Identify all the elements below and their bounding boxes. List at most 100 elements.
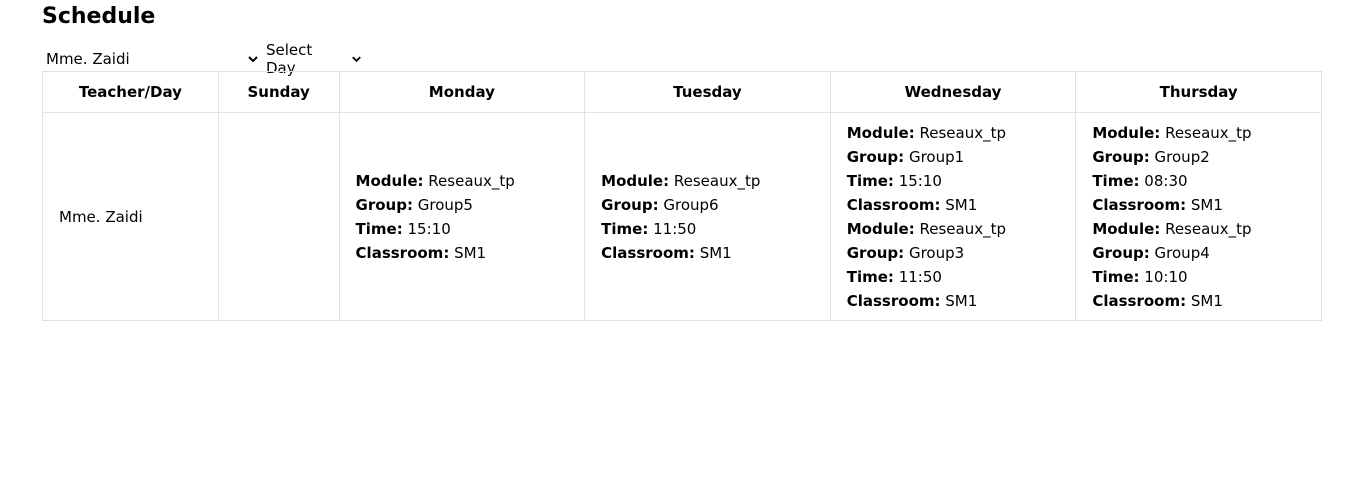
entry-time: Time: 10:10 [1092, 265, 1305, 289]
entry-module-label: Module: [601, 171, 670, 190]
entry-time-label: Time: [601, 219, 649, 238]
schedule-page: Schedule Mme. Zaidi Select Day Teacher/D… [0, 0, 1365, 501]
entry-group-value: Group6 [663, 195, 719, 214]
entry-module: Module: Reseaux_tp [847, 217, 1060, 241]
teacher-cell: Mme. Zaidi [42, 112, 219, 321]
entry-time: Time: 15:10 [847, 169, 1060, 193]
thursday-cell: Module: Reseaux_tp Group: Group2 Time: 08:… [1075, 112, 1322, 321]
entry-module-value: Reseaux_tp [919, 123, 1006, 142]
page-title: Schedule [42, 4, 156, 29]
tuesday-cell: Module: Reseaux_tp Group: Group6 Time: 11:… [584, 112, 831, 321]
entry-classroom-value: SM1 [945, 195, 978, 214]
entry-group: Group: Group4 [1092, 241, 1305, 265]
entry-module-label: Module: [1092, 219, 1161, 238]
schedule-entry: Module: Reseaux_tp Group: Group1 Time: 15:… [847, 121, 1060, 217]
entry-classroom-label: Classroom: [1092, 291, 1187, 310]
entry-module-label: Module: [1092, 123, 1161, 142]
entry-classroom-label: Classroom: [846, 291, 941, 310]
entry-group-value: Group4 [1154, 243, 1210, 262]
entry-group: Group: Group1 [847, 145, 1060, 169]
header-monday: Monday [338, 71, 586, 113]
entry-module-value: Reseaux_tp [919, 219, 1006, 238]
schedule-entry: Module: Reseaux_tp Group: Group6 Time: 11:… [601, 169, 814, 265]
entry-module: Module: Reseaux_tp [356, 169, 569, 193]
schedule-entry: Module: Reseaux_tp Group: Group5 Time: 15:… [356, 169, 569, 265]
entry-classroom-label: Classroom: [846, 195, 941, 214]
entry-classroom-value: SM1 [1190, 291, 1223, 310]
entry-group-label: Group: [355, 195, 413, 214]
sunday-cell [217, 112, 340, 321]
entry-classroom-value: SM1 [699, 243, 732, 262]
entry-module-value: Reseaux_tp [673, 171, 761, 190]
header-teacher-day: Teacher/Day [42, 71, 219, 113]
table-header-row: Teacher/Day Sunday Monday Tuesday Wednes… [42, 71, 1322, 113]
entry-time-label: Time: [1092, 267, 1140, 286]
entry-classroom-label: Classroom: [355, 243, 450, 262]
entry-group-value: Group3 [908, 243, 965, 262]
entry-classroom-label: Classroom: [1092, 195, 1187, 214]
header-wednesday: Wednesday [829, 71, 1077, 113]
entry-classroom: Classroom: SM1 [1092, 193, 1305, 217]
entry-group-label: Group: [1092, 243, 1150, 262]
entry-classroom-value: SM1 [454, 243, 487, 262]
entry-group: Group: Group2 [1092, 145, 1305, 169]
entry-module: Module: Reseaux_tp [1092, 217, 1305, 241]
entry-time: Time: 11:50 [601, 217, 814, 241]
entry-group-label: Group: [1092, 147, 1150, 166]
entry-time-label: Time: [846, 171, 894, 190]
entry-group: Group: Group6 [601, 193, 814, 217]
entry-classroom: Classroom: SM1 [1092, 289, 1305, 313]
entry-group-value: Group1 [908, 147, 965, 166]
monday-cell: Module: Reseaux_tp Group: Group5 Time: 15:… [338, 112, 586, 321]
entry-time-value: 11:50 [898, 267, 942, 286]
header-tuesday: Tuesday [584, 71, 831, 113]
schedule-entry: Module: Reseaux_tp Group: Group4 Time: 10:… [1092, 217, 1305, 313]
entry-classroom-value: SM1 [945, 291, 978, 310]
teacher-select-value: Mme. Zaidi [46, 50, 130, 68]
chevron-down-icon [248, 56, 258, 63]
entry-group: Group: Group3 [847, 241, 1060, 265]
entry-time: Time: 08:30 [1092, 169, 1305, 193]
entry-classroom: Classroom: SM1 [601, 241, 814, 265]
entry-module-value: Reseaux_tp [1165, 123, 1252, 142]
entry-time-value: 11:50 [653, 219, 697, 238]
entry-group-label: Group: [846, 243, 905, 262]
schedule-entry: Module: Reseaux_tp Group: Group3 Time: 11:… [847, 217, 1060, 313]
entry-time-label: Time: [846, 267, 894, 286]
header-sunday: Sunday [217, 71, 340, 113]
header-thursday: Thursday [1075, 71, 1322, 113]
entry-classroom-label: Classroom: [601, 243, 695, 262]
chevron-down-icon [352, 56, 361, 63]
schedule-entry: Module: Reseaux_tp Group: Group2 Time: 08:… [1092, 121, 1305, 217]
entry-group: Group: Group5 [356, 193, 569, 217]
entry-classroom-value: SM1 [1190, 195, 1223, 214]
filter-bar: Mme. Zaidi Select Day [42, 41, 363, 77]
entry-classroom: Classroom: SM1 [356, 241, 569, 265]
entry-group-label: Group: [601, 195, 659, 214]
entry-module-value: Reseaux_tp [428, 171, 515, 190]
schedule-table: Teacher/Day Sunday Monday Tuesday Wednes… [42, 71, 1322, 321]
wednesday-cell: Module: Reseaux_tp Group: Group1 Time: 15:… [829, 112, 1077, 321]
entry-time-value: 15:10 [898, 171, 942, 190]
entry-module-label: Module: [846, 123, 915, 142]
entry-module-label: Module: [355, 171, 424, 190]
entry-time-value: 10:10 [1144, 267, 1188, 286]
entry-time-value: 08:30 [1144, 171, 1188, 190]
entry-module: Module: Reseaux_tp [601, 169, 814, 193]
entry-classroom: Classroom: SM1 [847, 193, 1060, 217]
entry-classroom: Classroom: SM1 [847, 289, 1060, 313]
table-row: Mme. Zaidi Module: Reseaux_tp Group: Grou… [42, 112, 1322, 321]
entry-module-value: Reseaux_tp [1165, 219, 1252, 238]
entry-group-value: Group5 [417, 195, 473, 214]
entry-time: Time: 11:50 [847, 265, 1060, 289]
entry-module-label: Module: [846, 219, 915, 238]
entry-module: Module: Reseaux_tp [1092, 121, 1305, 145]
entry-module: Module: Reseaux_tp [847, 121, 1060, 145]
entry-group-value: Group2 [1154, 147, 1210, 166]
teacher-select[interactable]: Mme. Zaidi [42, 50, 262, 68]
entry-group-label: Group: [846, 147, 905, 166]
entry-time-label: Time: [355, 219, 403, 238]
entry-time: Time: 15:10 [356, 217, 569, 241]
entry-time-label: Time: [1092, 171, 1140, 190]
entry-time-value: 15:10 [407, 219, 451, 238]
